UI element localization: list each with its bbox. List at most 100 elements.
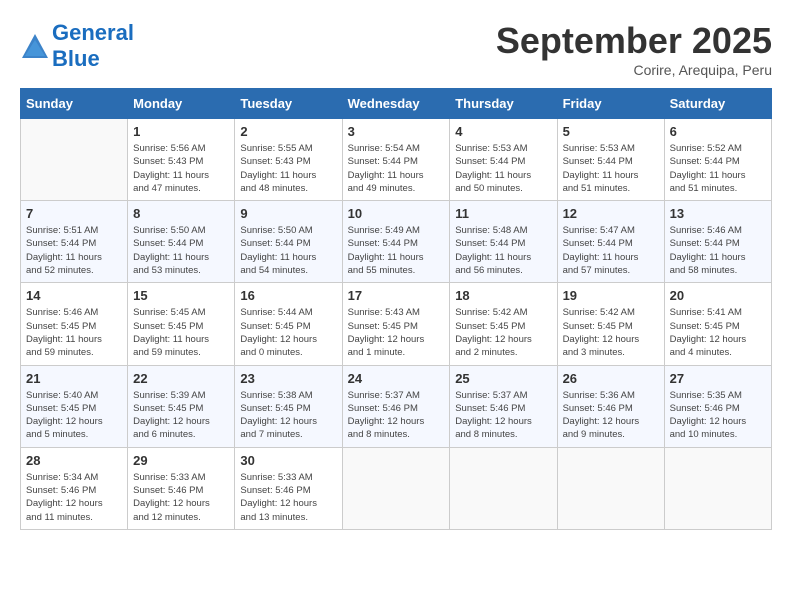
day-info: Sunrise: 5:56 AM Sunset: 5:43 PM Dayligh… (133, 142, 229, 195)
logo-icon (20, 32, 50, 60)
calendar-cell: 16 Sunrise: 5:44 AM Sunset: 5:45 PM Dayli… (235, 283, 342, 365)
day-number: 30 (240, 453, 336, 468)
calendar-cell: 1Sunrise: 5:56 AM Sunset: 5:43 PM Daylig… (128, 119, 235, 201)
day-number: 4 (455, 124, 551, 139)
location-subtitle: Corire, Arequipa, Peru (496, 62, 772, 78)
day-info: Sunrise: 5:49 AM Sunset: 5:44 PM Dayligh… (348, 224, 445, 277)
day-number: 11 (455, 206, 551, 221)
calendar-week-row: 21 Sunrise: 5:40 AM Sunset: 5:45 PM Dayli… (21, 365, 772, 447)
day-info: Sunrise: 5:51 AM Sunset: 5:44 PM Dayligh… (26, 224, 122, 277)
calendar-cell: 9Sunrise: 5:50 AM Sunset: 5:44 PM Daylig… (235, 201, 342, 283)
day-number: 27 (670, 371, 766, 386)
day-number: 23 (240, 371, 336, 386)
day-number: 5 (563, 124, 659, 139)
logo: General Blue (20, 20, 134, 73)
title-block: September 2025 Corire, Arequipa, Peru (496, 20, 772, 78)
day-info: Sunrise: 5:53 AM Sunset: 5:44 PM Dayligh… (455, 142, 551, 195)
month-title: September 2025 (496, 20, 772, 62)
weekday-header: Wednesday (342, 89, 450, 119)
calendar-cell: 13Sunrise: 5:46 AM Sunset: 5:44 PM Dayli… (664, 201, 771, 283)
logo-text: General Blue (52, 20, 134, 73)
calendar-cell: 26 Sunrise: 5:36 AM Sunset: 5:46 PM Dayli… (557, 365, 664, 447)
day-info: Sunrise: 5:43 AM Sunset: 5:45 PM Dayligh… (348, 306, 445, 359)
calendar-cell (557, 447, 664, 529)
day-info: Sunrise: 5:46 AM Sunset: 5:45 PM Dayligh… (26, 306, 122, 359)
calendar-cell: 28 Sunrise: 5:34 AM Sunset: 5:46 PM Dayli… (21, 447, 128, 529)
day-info: Sunrise: 5:50 AM Sunset: 5:44 PM Dayligh… (133, 224, 229, 277)
day-info: Sunrise: 5:45 AM Sunset: 5:45 PM Dayligh… (133, 306, 229, 359)
day-info: Sunrise: 5:55 AM Sunset: 5:43 PM Dayligh… (240, 142, 336, 195)
day-number: 29 (133, 453, 229, 468)
day-info: Sunrise: 5:36 AM Sunset: 5:46 PM Dayligh… (563, 389, 659, 442)
calendar-cell (664, 447, 771, 529)
day-info: Sunrise: 5:44 AM Sunset: 5:45 PM Dayligh… (240, 306, 336, 359)
day-info: Sunrise: 5:34 AM Sunset: 5:46 PM Dayligh… (26, 471, 122, 524)
calendar-table: SundayMondayTuesdayWednesdayThursdayFrid… (20, 88, 772, 530)
calendar-cell: 11 Sunrise: 5:48 AM Sunset: 5:44 PM Dayli… (450, 201, 557, 283)
day-number: 16 (240, 288, 336, 303)
day-number: 21 (26, 371, 122, 386)
day-info: Sunrise: 5:37 AM Sunset: 5:46 PM Dayligh… (348, 389, 445, 442)
day-info: Sunrise: 5:52 AM Sunset: 5:44 PM Dayligh… (670, 142, 766, 195)
day-info: Sunrise: 5:50 AM Sunset: 5:44 PM Dayligh… (240, 224, 336, 277)
calendar-cell: 8 Sunrise: 5:50 AM Sunset: 5:44 PM Daylig… (128, 201, 235, 283)
weekday-header: Monday (128, 89, 235, 119)
calendar-week-row: 7 Sunrise: 5:51 AM Sunset: 5:44 PM Daylig… (21, 201, 772, 283)
calendar-cell: 24 Sunrise: 5:37 AM Sunset: 5:46 PM Dayli… (342, 365, 450, 447)
calendar-cell: 30 Sunrise: 5:33 AM Sunset: 5:46 PM Dayli… (235, 447, 342, 529)
page-header: General Blue September 2025 Corire, Areq… (20, 20, 772, 78)
day-info: Sunrise: 5:47 AM Sunset: 5:44 PM Dayligh… (563, 224, 659, 277)
calendar-cell: 4 Sunrise: 5:53 AM Sunset: 5:44 PM Daylig… (450, 119, 557, 201)
calendar-cell: 7 Sunrise: 5:51 AM Sunset: 5:44 PM Daylig… (21, 201, 128, 283)
calendar-cell (21, 119, 128, 201)
day-info: Sunrise: 5:38 AM Sunset: 5:45 PM Dayligh… (240, 389, 336, 442)
weekday-header: Thursday (450, 89, 557, 119)
calendar-cell: 25Sunrise: 5:37 AM Sunset: 5:46 PM Dayli… (450, 365, 557, 447)
day-number: 17 (348, 288, 445, 303)
calendar-cell: 29 Sunrise: 5:33 AM Sunset: 5:46 PM Dayli… (128, 447, 235, 529)
day-number: 12 (563, 206, 659, 221)
day-number: 19 (563, 288, 659, 303)
day-info: Sunrise: 5:33 AM Sunset: 5:46 PM Dayligh… (240, 471, 336, 524)
calendar-cell: 19 Sunrise: 5:42 AM Sunset: 5:45 PM Dayli… (557, 283, 664, 365)
day-number: 2 (240, 124, 336, 139)
logo-general: General (52, 20, 134, 45)
day-number: 7 (26, 206, 122, 221)
day-number: 3 (348, 124, 445, 139)
day-number: 24 (348, 371, 445, 386)
calendar-cell: 22Sunrise: 5:39 AM Sunset: 5:45 PM Dayli… (128, 365, 235, 447)
day-info: Sunrise: 5:42 AM Sunset: 5:45 PM Dayligh… (563, 306, 659, 359)
day-info: Sunrise: 5:48 AM Sunset: 5:44 PM Dayligh… (455, 224, 551, 277)
day-number: 15 (133, 288, 229, 303)
day-number: 28 (26, 453, 122, 468)
calendar-cell (342, 447, 450, 529)
calendar-cell: 21 Sunrise: 5:40 AM Sunset: 5:45 PM Dayli… (21, 365, 128, 447)
calendar-cell: 5Sunrise: 5:53 AM Sunset: 5:44 PM Daylig… (557, 119, 664, 201)
day-number: 8 (133, 206, 229, 221)
calendar-cell: 3 Sunrise: 5:54 AM Sunset: 5:44 PM Daylig… (342, 119, 450, 201)
day-info: Sunrise: 5:41 AM Sunset: 5:45 PM Dayligh… (670, 306, 766, 359)
weekday-header: Friday (557, 89, 664, 119)
day-number: 10 (348, 206, 445, 221)
day-info: Sunrise: 5:42 AM Sunset: 5:45 PM Dayligh… (455, 306, 551, 359)
day-info: Sunrise: 5:33 AM Sunset: 5:46 PM Dayligh… (133, 471, 229, 524)
calendar-week-row: 14 Sunrise: 5:46 AM Sunset: 5:45 PM Dayli… (21, 283, 772, 365)
calendar-cell: 15 Sunrise: 5:45 AM Sunset: 5:45 PM Dayli… (128, 283, 235, 365)
calendar-cell: 18 Sunrise: 5:42 AM Sunset: 5:45 PM Dayli… (450, 283, 557, 365)
logo-blue: Blue (52, 46, 100, 71)
calendar-cell: 2 Sunrise: 5:55 AM Sunset: 5:43 PM Daylig… (235, 119, 342, 201)
calendar-cell: 14 Sunrise: 5:46 AM Sunset: 5:45 PM Dayli… (21, 283, 128, 365)
day-number: 26 (563, 371, 659, 386)
day-number: 20 (670, 288, 766, 303)
day-info: Sunrise: 5:54 AM Sunset: 5:44 PM Dayligh… (348, 142, 445, 195)
calendar-cell (450, 447, 557, 529)
weekday-header: Saturday (664, 89, 771, 119)
day-number: 14 (26, 288, 122, 303)
calendar-cell: 6 Sunrise: 5:52 AM Sunset: 5:44 PM Daylig… (664, 119, 771, 201)
day-number: 6 (670, 124, 766, 139)
day-number: 18 (455, 288, 551, 303)
weekday-header-row: SundayMondayTuesdayWednesdayThursdayFrid… (21, 89, 772, 119)
day-info: Sunrise: 5:37 AM Sunset: 5:46 PM Dayligh… (455, 389, 551, 442)
day-info: Sunrise: 5:40 AM Sunset: 5:45 PM Dayligh… (26, 389, 122, 442)
weekday-header: Sunday (21, 89, 128, 119)
